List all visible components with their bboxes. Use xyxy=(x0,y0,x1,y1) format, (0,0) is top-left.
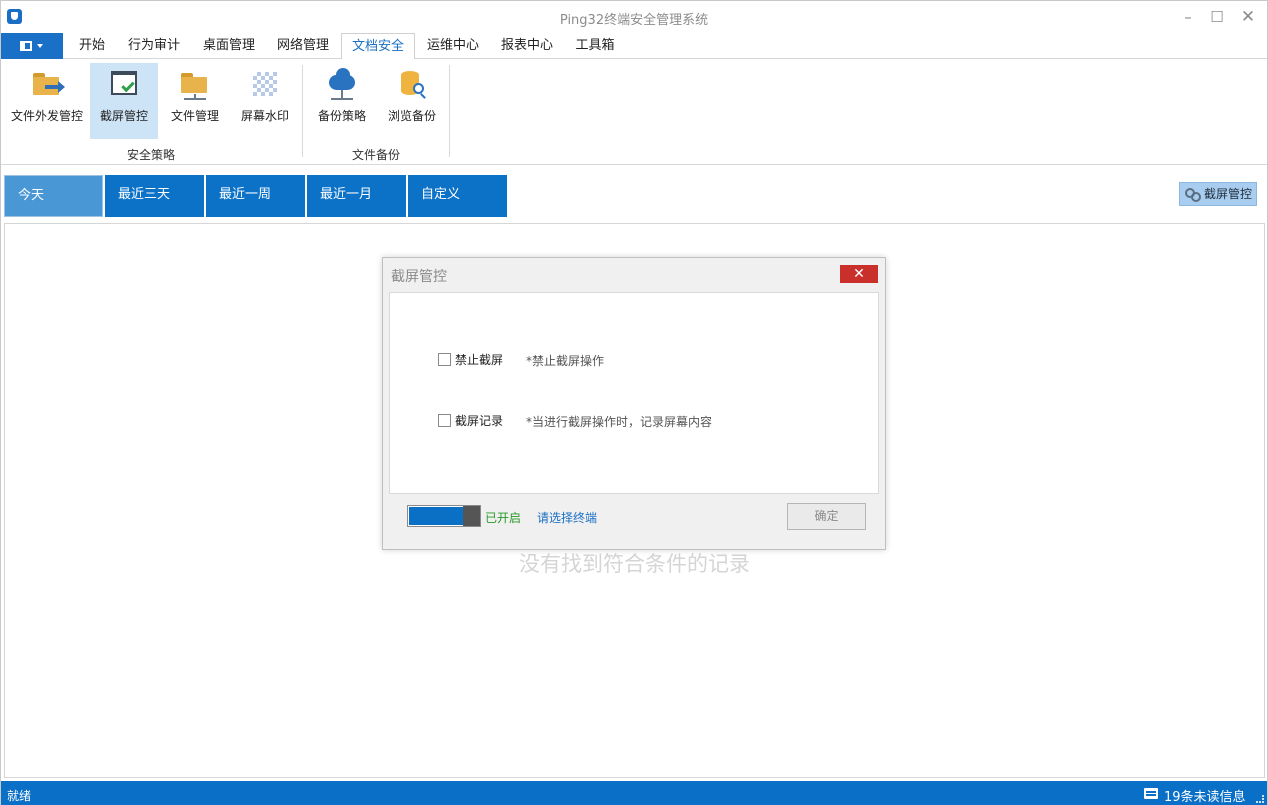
date-tab-custom[interactable]: 自定义 xyxy=(408,175,507,217)
dialog-close-button[interactable]: ✕ xyxy=(840,265,878,283)
file-outgoing-control-button[interactable]: 文件外发管控 xyxy=(5,63,89,139)
dialog-body: 禁止截屏 *禁止截屏操作 截屏记录 *当进行截屏操作时，记录屏幕内容 xyxy=(389,292,879,494)
folder-network-icon xyxy=(179,69,211,100)
tab-network-management[interactable]: 网络管理 xyxy=(272,33,334,59)
screenshot-record-checkbox[interactable] xyxy=(438,414,451,427)
title-bar: Ping32终端安全管理系统 – ☐ ✕ xyxy=(1,1,1267,33)
tab-ops-center[interactable]: 运维中心 xyxy=(422,33,484,59)
ribbon-label: 文件外发管控 xyxy=(10,109,83,123)
gear-icon xyxy=(1185,188,1201,202)
date-tab-last-three-days[interactable]: 最近三天 xyxy=(105,175,204,217)
tab-report-center[interactable]: 报表中心 xyxy=(496,33,558,59)
window-title: Ping32终端安全管理系统 xyxy=(559,13,709,28)
close-button[interactable]: ✕ xyxy=(1237,7,1259,27)
ribbon: 文件外发管控 截屏管控 文件管理 屏幕水印 安全策略 备份策略 浏览备份 文件备… xyxy=(1,59,1267,165)
tab-start[interactable]: 开始 xyxy=(71,33,113,59)
book-icon xyxy=(20,41,32,51)
menu-bar: 开始 行为审计 桌面管理 网络管理 文档安全 运维中心 报表中心 工具箱 xyxy=(1,33,1267,60)
ribbon-label: 文件管理 xyxy=(170,109,219,123)
toggle-status: 已开启 xyxy=(485,511,522,525)
empty-message: 没有找到符合条件的记录 xyxy=(519,552,750,576)
ribbon-label: 截屏管控 xyxy=(99,109,148,123)
dialog-footer: 已开启 请选择终端 确定 xyxy=(389,494,879,544)
enable-toggle[interactable] xyxy=(407,505,481,527)
cloud-backup-icon xyxy=(326,68,358,100)
forbid-screenshot-checkbox[interactable] xyxy=(438,353,451,366)
option-forbid-screenshot[interactable]: 禁止截屏 xyxy=(438,351,503,368)
group-label-file-backup: 文件备份 xyxy=(351,148,400,162)
backup-policy-button[interactable]: 备份策略 xyxy=(310,63,374,139)
ribbon-separator xyxy=(302,65,303,157)
screenshot-control-settings-label: 截屏管控 xyxy=(1204,187,1253,201)
tab-document-security[interactable]: 文档安全 xyxy=(341,33,415,60)
option-label: 截屏记录 xyxy=(455,414,504,428)
screen-watermark-button[interactable]: 屏幕水印 xyxy=(233,63,297,139)
folder-arrow-icon xyxy=(31,69,65,99)
tab-toolbox[interactable]: 工具箱 xyxy=(570,33,620,59)
ribbon-separator xyxy=(449,65,450,157)
option-note: *当进行截屏操作时，记录屏幕内容 xyxy=(526,415,713,429)
app-window: Ping32终端安全管理系统 – ☐ ✕ 开始 行为审计 桌面管理 网络管理 文… xyxy=(0,0,1268,805)
app-menu-button[interactable] xyxy=(1,33,63,59)
date-tab-last-week[interactable]: 最近一周 xyxy=(206,175,305,217)
screenshot-control-settings-button[interactable]: 截屏管控 xyxy=(1179,182,1257,206)
minimize-button[interactable]: – xyxy=(1177,7,1199,27)
option-label: 禁止截屏 xyxy=(455,353,504,367)
file-management-button[interactable]: 文件管理 xyxy=(163,63,227,139)
message-icon[interactable] xyxy=(1144,788,1158,799)
select-terminal-link[interactable]: 请选择终端 xyxy=(537,509,597,526)
dialog-title: 截屏管控 xyxy=(391,269,447,285)
screenshot-check-icon xyxy=(108,69,140,99)
status-bar: 就绪 19条未读信息 xyxy=(1,781,1267,805)
database-search-icon xyxy=(396,69,428,99)
screenshot-control-button[interactable]: 截屏管控 xyxy=(90,63,158,139)
ribbon-label: 屏幕水印 xyxy=(240,109,289,123)
option-screenshot-record[interactable]: 截屏记录 xyxy=(438,412,503,429)
toggle-fill xyxy=(409,507,463,525)
unread-messages[interactable]: 19条未读信息 xyxy=(1164,786,1246,805)
date-tab-last-month[interactable]: 最近一月 xyxy=(307,175,406,217)
caret-down-icon xyxy=(37,44,43,48)
option-note: *禁止截屏操作 xyxy=(526,354,605,368)
resize-grip-icon[interactable] xyxy=(1256,795,1264,803)
tab-desktop-management[interactable]: 桌面管理 xyxy=(198,33,260,59)
ribbon-label: 备份策略 xyxy=(317,109,366,123)
maximize-button[interactable]: ☐ xyxy=(1206,7,1228,27)
screenshot-control-dialog: 截屏管控 ✕ 禁止截屏 *禁止截屏操作 截屏记录 *当进行截屏操作时，记录屏幕内… xyxy=(382,257,886,550)
ribbon-label: 浏览备份 xyxy=(387,109,436,123)
group-label-security-policy: 安全策略 xyxy=(126,148,175,162)
watermark-icon xyxy=(249,69,281,99)
status-text: 就绪 xyxy=(7,789,32,803)
browse-backup-button[interactable]: 浏览备份 xyxy=(380,63,444,139)
date-tab-today[interactable]: 今天 xyxy=(4,175,103,217)
tab-behavior-audit[interactable]: 行为审计 xyxy=(123,33,185,59)
toggle-knob xyxy=(463,506,480,526)
ok-button[interactable]: 确定 xyxy=(787,503,866,530)
